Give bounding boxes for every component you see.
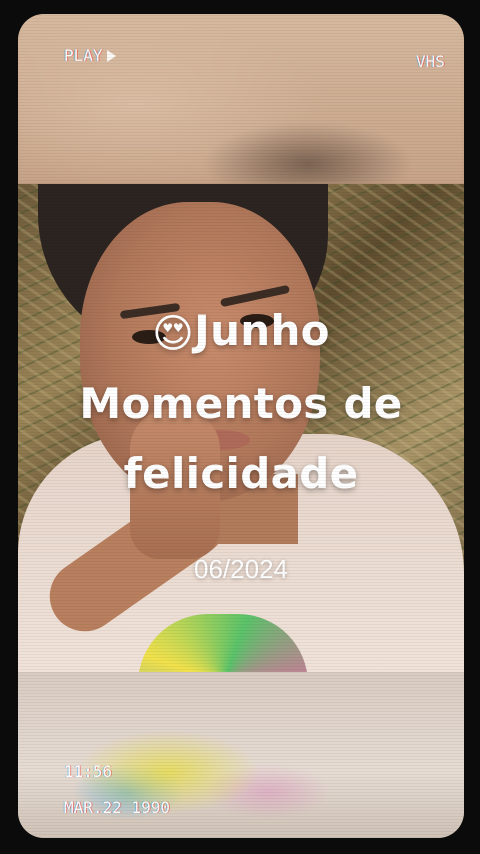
vhs-datestamp: MAR.22 1990 xyxy=(64,798,170,817)
title-line-1: Junho xyxy=(194,306,330,355)
play-label: PLAY xyxy=(64,46,103,65)
post-title: 😍Junho Momentos de felicidade xyxy=(18,296,464,509)
vhs-time: 11:56 xyxy=(64,762,113,781)
blurred-background-top xyxy=(18,14,464,184)
title-line-2: Momentos de xyxy=(79,379,403,428)
title-line-3: felicidade xyxy=(123,449,359,498)
heart-eyes-emoji-icon: 😍 xyxy=(152,311,195,357)
vhs-play-indicator: PLAY xyxy=(64,46,116,65)
vhs-frame: 😍Junho Momentos de felicidade 06/2024 PL… xyxy=(18,14,464,838)
play-icon xyxy=(106,50,116,62)
vhs-format-label: VHS xyxy=(416,52,445,71)
post-date: 06/2024 xyxy=(194,554,288,584)
